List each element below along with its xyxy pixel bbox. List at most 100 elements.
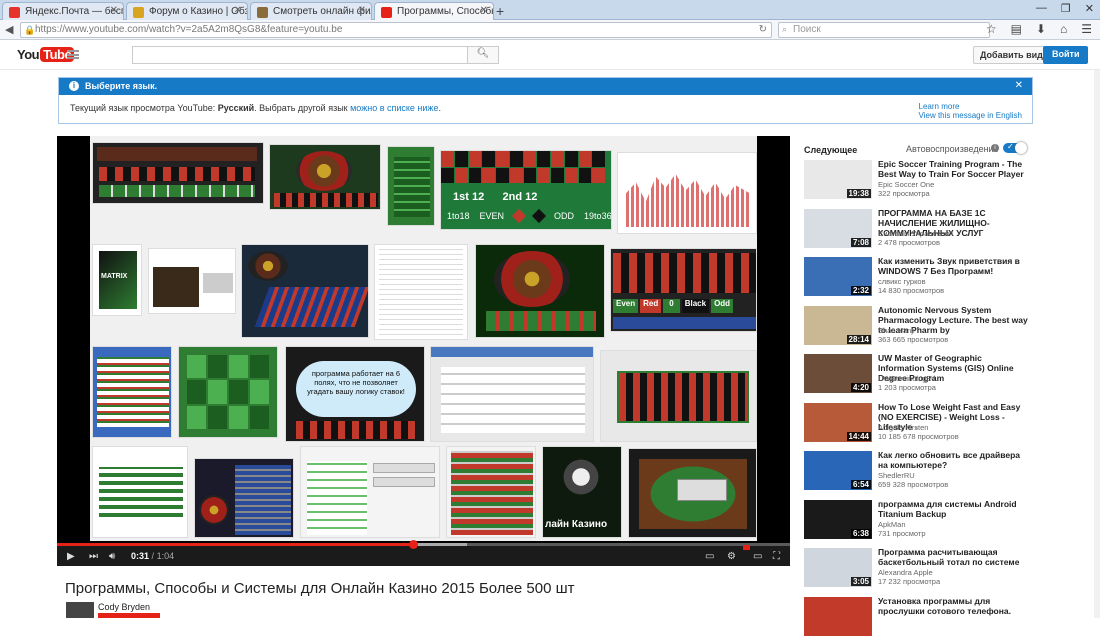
duration-badge: 6:54 [850,480,871,489]
autoplay-toggle[interactable]: ✓ [1003,142,1027,154]
collage-roulette-table: 1st 12 2nd 12 1to18 EVEN ODD 19to36 [440,150,612,230]
duration-badge: 2:32 [850,286,871,295]
video-thumbnail[interactable]: 6:38 [804,499,872,539]
black-diamond [531,208,547,224]
related-video-item[interactable]: 4:20 UW Master of Geographic Information … [804,353,1033,397]
played-bar [57,543,413,546]
search-icon: 🔍︎ [476,48,490,59]
reload-icon[interactable]: ↻ [759,24,767,35]
bookmark-star-icon[interactable]: ☆ [986,22,997,36]
scrubber-handle[interactable] [408,540,418,549]
alert-message: Текущий язык просмотра YouTube: Русский.… [70,103,441,113]
browser-tab-4-active[interactable]: Программы, Способы и С... ✕ [374,2,494,21]
browser-search-input[interactable]: ⌕ Поиск [778,22,990,38]
collage-wheel-green [269,144,381,210]
fullscreen-icon[interactable]: ⛶ [773,551,780,562]
duration-badge: 14:44 [846,431,871,441]
youtube-search-input[interactable] [132,46,468,64]
duration-badge: 19:38 [846,189,871,198]
minimize-icon[interactable]: — [1036,2,1047,15]
progress-bar[interactable] [57,540,790,549]
browser-tab-2[interactable]: Форум о Казино | Обзор к... ✕ [126,2,248,20]
new-tab-button[interactable]: + [496,3,504,19]
video-thumbnail[interactable] [804,596,872,636]
related-video-title[interactable]: Epic Soccer Training Program - The Best … [878,159,1028,179]
youtube-logo[interactable]: You Tube [17,47,75,62]
close-tab-icon[interactable]: ✕ [358,5,366,16]
related-video-item[interactable]: 3:05 Программа расчитывающая баскетбольны… [804,547,1033,591]
related-views: 731 просмотр [878,528,926,538]
address-bar[interactable]: 🔒 https://www.youtube.com/watch?v=2a5A2m… [20,22,772,38]
collage-roulette-screen [92,142,264,204]
close-window-icon[interactable]: ✕ [1085,2,1094,15]
scrollbar[interactable] [1094,70,1100,618]
theater-mode-icon[interactable]: ▭ [753,551,762,562]
home-icon[interactable]: ⌂ [1060,22,1067,36]
volume-icon[interactable]: 🔊︎ [109,551,115,562]
alert-msg-mid: . Выбрать другой язык [254,103,351,113]
collage-green-grid [178,346,278,438]
related-video-item[interactable]: 6:38 программа для системы Android Titani… [804,499,1033,543]
subscribe-bar[interactable] [98,613,160,618]
online-casino-label: лайн Казино [545,519,608,530]
video-thumbnail[interactable]: 19:38 [804,160,872,199]
matrix-label: MATRIX [101,273,128,280]
close-tab-icon[interactable]: ✕ [234,5,242,16]
related-video-item[interactable]: 2:32 Как изменить Звук приветствия в WIND… [804,256,1033,300]
related-views: 363 665 просмотров [878,334,949,344]
learn-more-link[interactable]: Learn more [919,102,1022,111]
play-icon[interactable]: ▶ [67,551,75,562]
collage-green-panel [387,146,435,226]
browser-tab-1[interactable]: Яндекс.Почта — бесплат... ✕ [2,2,124,20]
close-alert-icon[interactable]: ✕ [1015,80,1023,91]
video-thumbnail[interactable]: 2:32 [804,257,872,296]
video-thumbnail[interactable]: 14:44 [804,402,872,442]
related-video-item[interactable]: 14:44 How To Lose Weight Fast and Easy (N… [804,402,1033,446]
search-icon: ⌕ [782,24,788,34]
next-icon[interactable]: ⏭ [89,551,98,562]
video-thumbnail[interactable]: 7:08 [804,208,872,248]
settings-gear-icon[interactable]: ⚙ [727,551,736,562]
related-video-title[interactable]: Установка программы для прослушки сотово… [878,596,1028,616]
download-icon[interactable]: ⬇ [1036,22,1046,36]
video-thumbnail[interactable]: 4:20 [804,354,872,393]
channel-avatar[interactable] [66,602,94,618]
close-tab-icon[interactable]: ✕ [110,5,118,16]
info-icon[interactable]: i [991,144,999,152]
related-video-item[interactable]: 19:38 Epic Soccer Training Program - The … [804,159,1033,203]
video-player[interactable]: 1st 12 2nd 12 1to18 EVEN ODD 19to36 MATR… [57,136,790,566]
related-video-title[interactable]: Программа расчитывающая баскетбольный то… [878,547,1028,567]
view-english-link[interactable]: View this message in English [919,111,1022,120]
low-bet-label: 1to18 [447,211,470,221]
related-video-item[interactable]: 7:08 ПРОГРАММА НА БАЗЕ 1С НАЧИСЛЕНИЕ ЖИЛИ… [804,208,1033,252]
bookmarks-list-icon[interactable]: ▤ [1011,22,1022,36]
choose-language-link[interactable]: можно в списке ниже [350,103,438,113]
guide-menu-icon[interactable] [67,50,79,59]
video-thumbnail[interactable]: 28:14 [804,305,872,345]
captions-icon[interactable]: ▭ [705,551,714,562]
collage-speech-bubble: программа работает на 6 полях, что не по… [285,346,425,442]
sign-in-button[interactable]: Войти [1043,46,1089,64]
collage-matrix-box: MATRIX [92,244,142,316]
close-tab-icon[interactable]: ✕ [480,5,488,16]
lock-icon: 🔒 [24,25,36,35]
related-video-item[interactable]: 6:54 Как легко обновить все драйвера на к… [804,450,1033,494]
back-arrow-icon[interactable]: ◀ [5,23,13,36]
red-diamond [511,208,527,224]
zero-label: 0 [663,299,680,313]
collage-roulette-app [600,350,757,442]
video-thumbnail[interactable]: 3:05 [804,548,872,587]
movie-site-favicon-icon [257,7,268,18]
related-video-title[interactable]: Как легко обновить все драйвера на компь… [878,450,1028,470]
collage-bar-histogram [617,152,757,234]
menu-hamburger-icon[interactable]: ☰ [1081,22,1092,36]
related-video-title[interactable]: Как изменить Звук приветствия в WINDOWS … [878,256,1028,276]
related-video-item[interactable]: 28:14 Autonomic Nervous System Pharmacolo… [804,305,1033,349]
youtube-search-button[interactable]: 🔍︎ [467,46,499,64]
related-video-title[interactable]: программа для системы Android Titanium B… [878,499,1028,519]
video-thumbnail[interactable]: 6:54 [804,451,872,490]
maximize-icon[interactable]: ❐ [1061,2,1071,15]
related-video-item[interactable]: Установка программы для прослушки сотово… [804,596,1033,640]
channel-name[interactable]: Cody Bryden [98,602,150,612]
browser-tab-3[interactable]: Смотреть онлайн фильма... ✕ [250,2,372,20]
